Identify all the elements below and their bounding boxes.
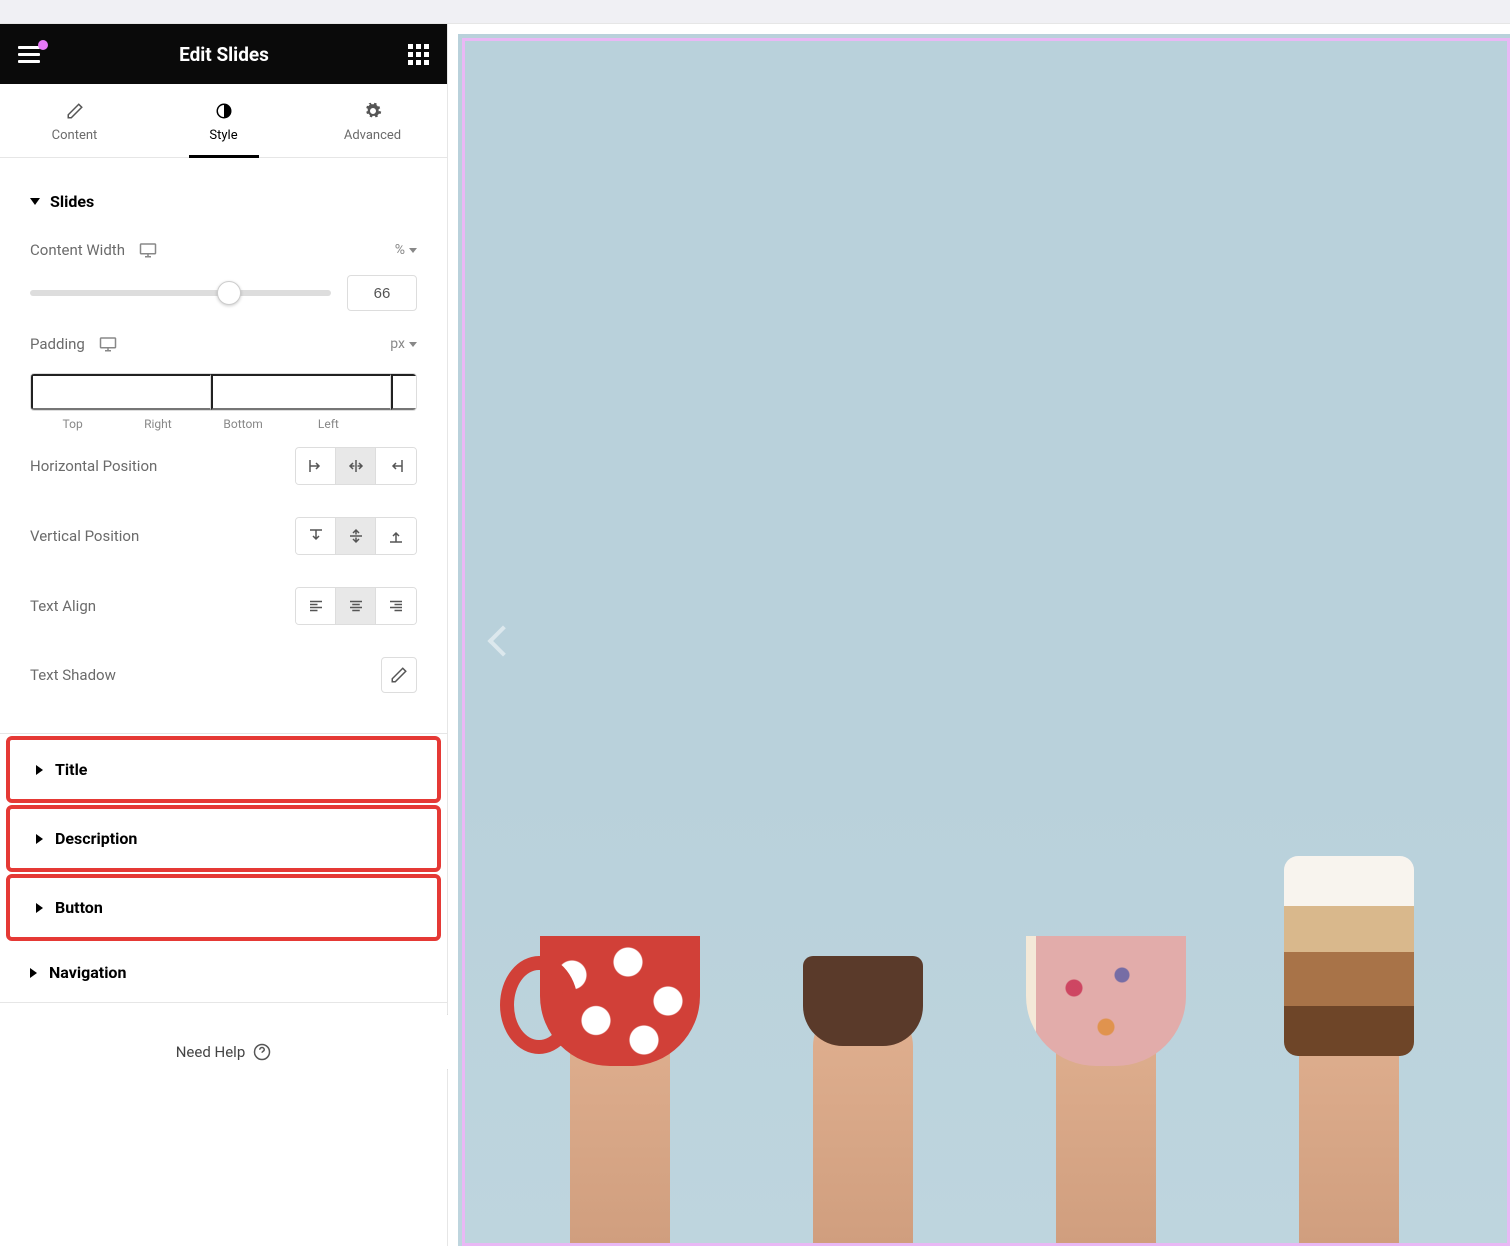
- vertical-position-label: Vertical Position: [30, 527, 139, 545]
- align-top-icon: [307, 527, 325, 545]
- content-width-input[interactable]: [347, 275, 417, 311]
- text-align-label: Text Align: [30, 597, 96, 615]
- tab-style[interactable]: Style: [149, 84, 298, 157]
- text-right-icon: [387, 597, 405, 615]
- align-middle-icon: [347, 527, 365, 545]
- tab-content[interactable]: Content: [0, 84, 149, 157]
- text-shadow-row: Text Shadow: [30, 641, 417, 709]
- hpos-left-button[interactable]: [296, 448, 336, 484]
- slider-prev-button[interactable]: [482, 622, 518, 658]
- tab-label: Content: [52, 128, 98, 143]
- horizontal-position-choose: [295, 447, 417, 485]
- padding-unit-select[interactable]: px: [390, 336, 417, 352]
- align-right-icon: [387, 457, 405, 475]
- padding-side-labels: Top Right Bottom Left: [30, 417, 417, 431]
- content-width-slider[interactable]: [30, 290, 331, 296]
- padding-right-input[interactable]: [211, 374, 391, 410]
- padding-label: Padding: [30, 335, 85, 353]
- text-shadow-label: Text Shadow: [30, 666, 116, 684]
- horizontal-position-row: Horizontal Position: [30, 431, 417, 501]
- padding-bottom-input[interactable]: [391, 374, 417, 410]
- caret-right-icon: [30, 968, 37, 978]
- section-description-header[interactable]: Description: [6, 805, 441, 872]
- tab-label: Style: [209, 128, 237, 143]
- help-footer: Need Help: [0, 1003, 447, 1101]
- hpos-center-button[interactable]: [336, 448, 376, 484]
- need-help-link[interactable]: Need Help: [176, 1043, 272, 1061]
- hpos-right-button[interactable]: [376, 448, 416, 484]
- content-width-row: Content Width %: [30, 225, 417, 275]
- style-accordion: Title Description Button Navigation: [0, 733, 447, 1003]
- text-left-icon: [307, 597, 325, 615]
- hamburger-icon: [18, 46, 40, 63]
- slider-thumb[interactable]: [217, 281, 241, 305]
- text-align-right-button[interactable]: [376, 588, 416, 624]
- vpos-middle-button[interactable]: [336, 518, 376, 554]
- accordion-label: Title: [55, 760, 87, 779]
- tab-label: Advanced: [344, 128, 401, 143]
- align-left-icon: [307, 457, 325, 475]
- browser-top-strip: [0, 0, 1510, 24]
- text-shadow-edit-button[interactable]: [381, 657, 417, 693]
- tab-advanced[interactable]: Advanced: [298, 84, 447, 157]
- gear-icon: [364, 102, 382, 120]
- caret-right-icon: [36, 903, 43, 913]
- text-align-center-button[interactable]: [336, 588, 376, 624]
- section-navigation-header[interactable]: Navigation: [0, 943, 447, 1003]
- unit-label: px: [390, 336, 405, 352]
- pencil-icon: [390, 666, 408, 684]
- accordion-label: Description: [55, 829, 137, 848]
- pencil-icon: [66, 102, 84, 120]
- notification-dot-icon: [38, 40, 48, 50]
- section-button-header[interactable]: Button: [6, 874, 441, 941]
- padding-inputs: [30, 373, 417, 411]
- editor-sidebar: Edit Slides Content Style Advanced Sli: [0, 24, 448, 1246]
- content-width-unit-select[interactable]: %: [395, 242, 417, 258]
- padding-row: Padding px: [30, 319, 417, 369]
- align-bottom-icon: [387, 527, 405, 545]
- panel-tabs: Content Style Advanced: [0, 84, 447, 158]
- text-align-row: Text Align: [30, 571, 417, 641]
- preview-area: [448, 24, 1510, 1246]
- main-menu-button[interactable]: [18, 46, 40, 63]
- content-width-label: Content Width: [30, 241, 125, 259]
- vpos-bottom-button[interactable]: [376, 518, 416, 554]
- sidebar-header: Edit Slides: [0, 24, 447, 84]
- caret-right-icon: [36, 765, 43, 775]
- chevron-down-icon: [409, 248, 417, 253]
- panel-title: Edit Slides: [40, 43, 408, 66]
- help-label: Need Help: [176, 1043, 246, 1061]
- vertical-position-row: Vertical Position: [30, 501, 417, 571]
- text-center-icon: [347, 597, 365, 615]
- text-align-left-button[interactable]: [296, 588, 336, 624]
- half-circle-icon: [215, 102, 233, 120]
- text-align-choose: [295, 587, 417, 625]
- caret-down-icon: [30, 198, 40, 205]
- desktop-icon[interactable]: [139, 241, 157, 259]
- accordion-label: Navigation: [49, 963, 126, 982]
- horizontal-position-label: Horizontal Position: [30, 457, 157, 475]
- question-circle-icon: [253, 1043, 271, 1061]
- vpos-top-button[interactable]: [296, 518, 336, 554]
- padding-top-input[interactable]: [31, 374, 211, 410]
- desktop-icon[interactable]: [99, 335, 117, 353]
- widgets-grid-button[interactable]: [408, 44, 429, 65]
- slide-image: [458, 946, 1510, 1246]
- chevron-down-icon: [409, 342, 417, 347]
- vertical-position-choose: [295, 517, 417, 555]
- slide-background: [458, 34, 1510, 1246]
- accordion-label: Button: [55, 898, 103, 917]
- caret-right-icon: [36, 834, 43, 844]
- section-title: Slides: [50, 192, 94, 211]
- section-slides-header[interactable]: Slides: [30, 168, 417, 225]
- unit-label: %: [395, 242, 405, 258]
- align-center-h-icon: [347, 457, 365, 475]
- section-title-header[interactable]: Title: [6, 736, 441, 803]
